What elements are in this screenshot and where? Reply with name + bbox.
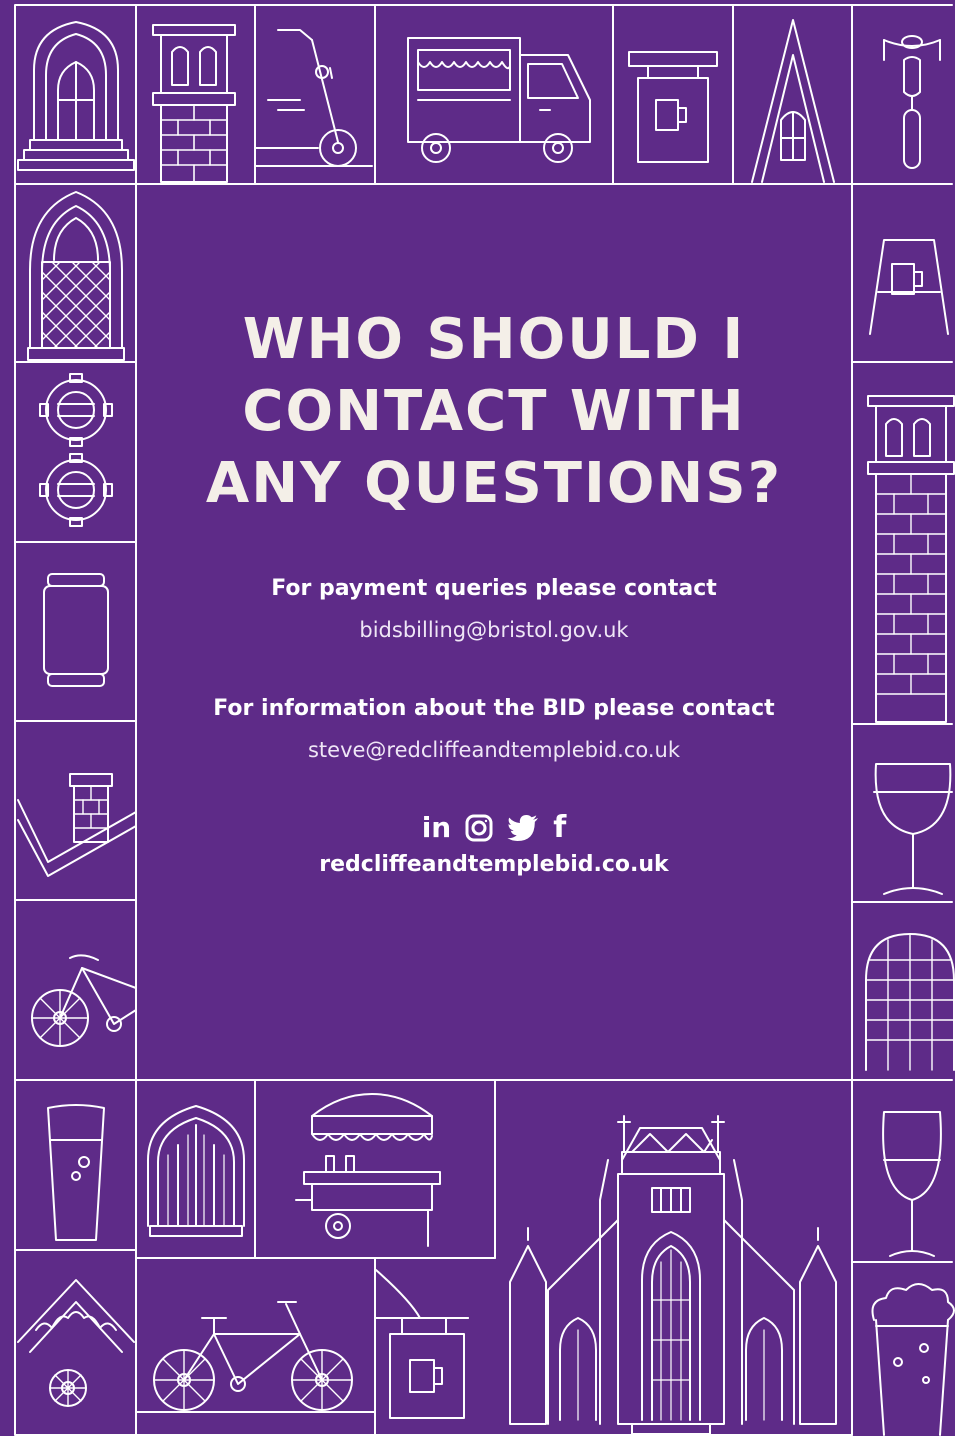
payment-label: For payment queries please contact xyxy=(271,576,717,601)
instagram-icon[interactable] xyxy=(465,814,493,842)
brick-tower-icon xyxy=(867,395,955,723)
arched-window-icon xyxy=(865,933,955,1071)
gothic-door-icon xyxy=(17,21,135,171)
drinks-can-icon xyxy=(43,573,109,687)
pint-glass-icon xyxy=(47,1104,105,1241)
contact-panel: WHO SHOULD I CONTACT WITH ANY QUESTIONS?… xyxy=(137,186,851,1080)
rooftop-icon xyxy=(17,773,137,877)
bracket-sign-icon xyxy=(375,1269,469,1419)
linkedin-icon[interactable]: in xyxy=(422,811,452,844)
a-board-sign-icon xyxy=(869,239,949,335)
gable-rose-window-icon xyxy=(17,1279,135,1407)
food-van-icon xyxy=(407,37,591,163)
facebook-icon[interactable]: f xyxy=(553,810,566,845)
market-cart-icon xyxy=(295,1093,441,1247)
wine-glass-icon xyxy=(873,763,953,895)
title-line-1: WHO SHOULD I xyxy=(242,307,746,372)
chimney-tower-icon xyxy=(152,24,236,183)
payment-email-link[interactable]: bidsbilling@bristol.gov.uk xyxy=(137,618,851,642)
bicycle-icon-large xyxy=(153,1301,353,1411)
frothy-beer-icon xyxy=(871,1283,955,1436)
lattice-window-icon xyxy=(27,191,125,361)
scooter-icon xyxy=(255,29,373,167)
pub-sign-icon xyxy=(628,51,718,163)
social-links: in f xyxy=(137,810,851,845)
twitter-icon[interactable] xyxy=(507,814,539,842)
wine-glass-icon-2 xyxy=(882,1111,942,1257)
info-label: For information about the BID please con… xyxy=(213,696,775,721)
cathedral-icon xyxy=(509,1115,837,1435)
page-title: WHO SHOULD I CONTACT WITH ANY QUESTIONS? xyxy=(137,304,851,520)
cyclist-icon xyxy=(883,35,941,169)
gothic-window-icon xyxy=(147,1105,245,1237)
info-email-link[interactable]: steve@redcliffeandtemplebid.co.uk xyxy=(137,738,851,762)
church-spire-icon xyxy=(751,19,835,183)
website-link[interactable]: redcliffeandtemplebid.co.uk xyxy=(137,852,851,877)
title-line-2: CONTACT WITH xyxy=(242,379,746,444)
bicycle-icon xyxy=(31,954,137,1047)
poster: WHO SHOULD I CONTACT WITH ANY QUESTIONS?… xyxy=(0,0,955,1436)
title-line-3: ANY QUESTIONS? xyxy=(205,451,783,516)
lifebuoy-icon xyxy=(39,373,113,527)
